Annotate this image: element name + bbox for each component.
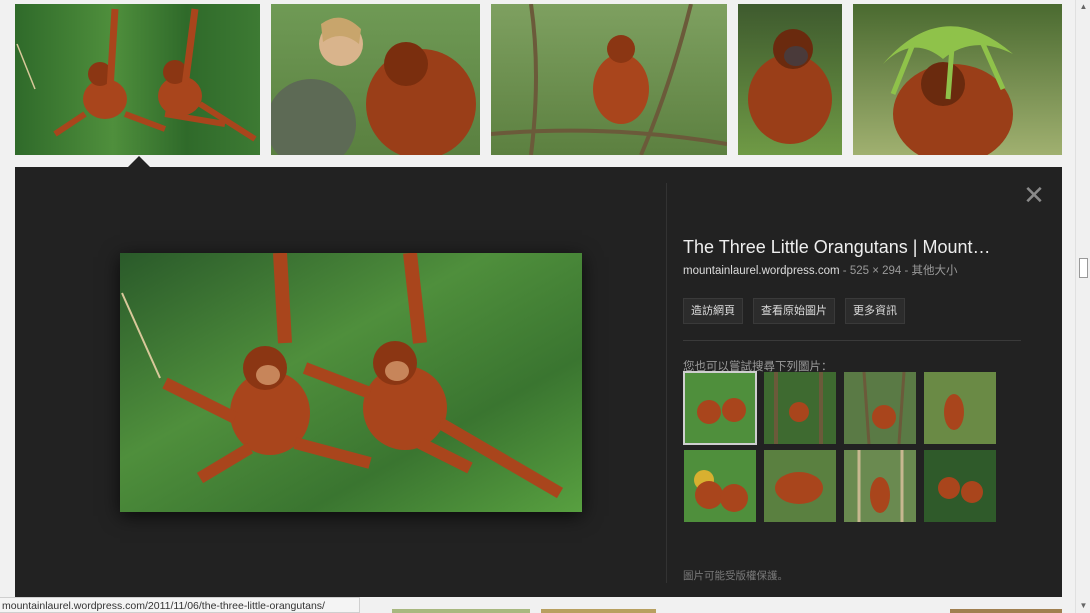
- swinging-orangutans-image: [120, 253, 582, 512]
- action-buttons: 造訪網頁 查看原始圖片 更多資訊: [683, 298, 1023, 324]
- related-image-7[interactable]: [844, 450, 916, 522]
- related-image-2[interactable]: [764, 372, 836, 444]
- selected-pointer: [128, 156, 150, 167]
- image-size-info: - 525 × 294 - 其他大小: [839, 265, 958, 277]
- view-original-button[interactable]: 查看原始圖片: [753, 298, 835, 324]
- close-icon[interactable]: ✕: [1022, 182, 1046, 208]
- thumb-orangutan-on-vine[interactable]: [491, 4, 727, 155]
- image-info: The Three Little Orangutans | Mount… mou…: [683, 235, 1023, 374]
- visit-page-button[interactable]: 造訪網頁: [683, 298, 743, 324]
- scroll-down-icon[interactable]: ▼: [1076, 599, 1090, 613]
- scrollbar-thumb[interactable]: [1079, 258, 1088, 278]
- copyright-notice: 圖片可能受版權保護。: [683, 570, 788, 582]
- orangutans-image: [16, 8, 257, 142]
- related-images-grid: [683, 371, 1004, 522]
- vertical-scrollbar[interactable]: ▲ ▼: [1075, 0, 1090, 613]
- thumb-woman-with-orangutan[interactable]: [271, 4, 480, 155]
- thumb-orangutan-leaf-hat[interactable]: [853, 4, 1062, 155]
- related-image-4[interactable]: [924, 372, 996, 444]
- next-thumb-row-3: [950, 609, 1062, 613]
- panel-divider: [666, 183, 667, 583]
- status-bar-url: mountainlaurel.wordpress.com/2011/11/06/…: [0, 597, 360, 613]
- related-image-8[interactable]: [924, 450, 996, 522]
- image-domain-link[interactable]: mountainlaurel.wordpress.com: [683, 265, 840, 277]
- next-thumb-row-2: [541, 609, 656, 613]
- preview-image[interactable]: [120, 253, 582, 512]
- image-preview-panel: ✕ The Three Little Orangutans | Mount… m…: [15, 167, 1062, 597]
- related-image-3[interactable]: [844, 372, 916, 444]
- thumb-sitting-orangutan[interactable]: [738, 4, 842, 155]
- next-thumb-row: [392, 609, 530, 613]
- scroll-up-icon[interactable]: ▲: [1076, 0, 1090, 14]
- related-image-1[interactable]: [683, 371, 757, 445]
- vine-orangutan-image: [491, 4, 727, 155]
- related-image-5[interactable]: [684, 450, 756, 522]
- image-title[interactable]: The Three Little Orangutans | Mount…: [683, 235, 1018, 259]
- related-image-6[interactable]: [764, 450, 836, 522]
- thumbnail-row: [0, 0, 1075, 160]
- image-meta: mountainlaurel.wordpress.com - 525 × 294…: [683, 262, 1023, 278]
- sitting-orangutan-image: [748, 29, 832, 144]
- leaf-hat-orangutan-image: [883, 26, 1013, 155]
- woman-orangutan-image: [271, 17, 476, 155]
- more-info-button[interactable]: 更多資訊: [845, 298, 905, 324]
- info-separator: [683, 340, 1021, 341]
- thumb-swinging-orangutans[interactable]: [15, 4, 260, 155]
